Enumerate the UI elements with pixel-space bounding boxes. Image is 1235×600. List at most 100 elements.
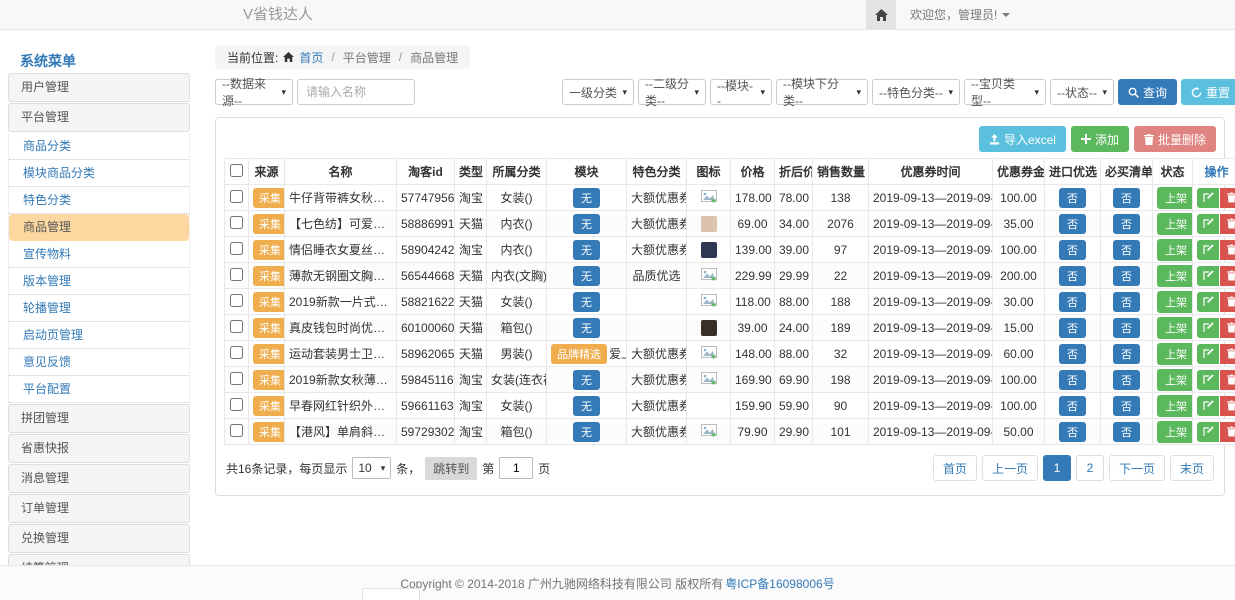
status-on-shelf-button[interactable]: 上架 — [1157, 291, 1193, 313]
jump-button[interactable]: 跳转到 — [425, 457, 477, 480]
delete-button[interactable] — [1220, 266, 1235, 286]
import-select-toggle[interactable]: 否 — [1059, 292, 1086, 312]
edit-button[interactable] — [1197, 240, 1219, 260]
must-buy-toggle[interactable]: 否 — [1113, 318, 1140, 338]
delete-button[interactable] — [1220, 188, 1235, 208]
delete-button[interactable] — [1220, 422, 1235, 442]
sidebar-item-4[interactable]: 模块商品分类 — [9, 160, 189, 187]
row-checkbox[interactable] — [230, 320, 243, 333]
sidebar-item-15[interactable]: 消息管理 — [8, 464, 190, 493]
filter-select-5[interactable]: --模块--▾ — [710, 79, 772, 105]
delete-button[interactable] — [1220, 318, 1235, 338]
search-button[interactable]: 查询 — [1118, 79, 1177, 105]
filter-select-9[interactable]: --状态--▾ — [1050, 79, 1114, 105]
row-checkbox[interactable] — [230, 294, 243, 307]
status-on-shelf-button[interactable]: 上架 — [1157, 265, 1193, 287]
breadcrumb-home-link[interactable]: 首页 — [299, 49, 323, 66]
delete-button[interactable] — [1220, 370, 1235, 390]
delete-button[interactable] — [1220, 214, 1235, 234]
sidebar-item-16[interactable]: 订单管理 — [8, 494, 190, 523]
edit-button[interactable] — [1197, 318, 1219, 338]
sidebar-item-11[interactable]: 意见反馈 — [9, 349, 189, 376]
must-buy-toggle[interactable]: 否 — [1113, 188, 1140, 208]
import-select-toggle[interactable]: 否 — [1059, 240, 1086, 260]
row-checkbox[interactable] — [230, 346, 243, 359]
page-button-6[interactable]: 末页 — [1170, 455, 1214, 481]
import-select-toggle[interactable]: 否 — [1059, 188, 1086, 208]
select-all-checkbox[interactable] — [230, 164, 243, 177]
import-select-toggle[interactable]: 否 — [1059, 344, 1086, 364]
edit-button[interactable] — [1197, 266, 1219, 286]
page-button-4[interactable]: 2 — [1076, 455, 1104, 481]
sidebar-item-9[interactable]: 轮播管理 — [9, 295, 189, 322]
page-button-3[interactable]: 1 — [1043, 455, 1071, 481]
icp-link[interactable]: 粤ICP备16098006号 — [725, 575, 834, 592]
user-menu[interactable]: 欢迎您，管理员! — [896, 0, 1024, 29]
sidebar-item-13[interactable]: 拼团管理 — [8, 404, 190, 433]
home-button[interactable] — [866, 0, 896, 29]
edit-button[interactable] — [1197, 214, 1219, 234]
import-select-toggle[interactable]: 否 — [1059, 318, 1086, 338]
row-checkbox[interactable] — [230, 424, 243, 437]
sidebar-item-17[interactable]: 兑换管理 — [8, 524, 190, 553]
sidebar-item-12[interactable]: 平台配置 — [9, 376, 189, 403]
row-checkbox[interactable] — [230, 398, 243, 411]
delete-button[interactable] — [1220, 396, 1235, 416]
sidebar-item-10[interactable]: 启动页管理 — [9, 322, 189, 349]
must-buy-toggle[interactable]: 否 — [1113, 214, 1140, 234]
jump-page-input[interactable] — [499, 457, 533, 479]
edit-button[interactable] — [1197, 188, 1219, 208]
filter-select-1[interactable]: --数据来源--▾ — [215, 79, 293, 105]
must-buy-toggle[interactable]: 否 — [1113, 292, 1140, 312]
status-on-shelf-button[interactable]: 上架 — [1157, 343, 1193, 365]
import-select-toggle[interactable]: 否 — [1059, 266, 1086, 286]
page-button-1[interactable]: 首页 — [933, 455, 977, 481]
page-button-2[interactable]: 上一页 — [982, 455, 1038, 481]
sidebar-item-1[interactable]: 用户管理 — [8, 73, 190, 102]
import-select-toggle[interactable]: 否 — [1059, 396, 1086, 416]
filter-select-8[interactable]: --宝贝类型--▾ — [964, 79, 1046, 105]
must-buy-toggle[interactable]: 否 — [1113, 422, 1140, 442]
page-button-5[interactable]: 下一页 — [1109, 455, 1165, 481]
sidebar-item-7[interactable]: 宣传物料 — [9, 241, 189, 268]
sidebar-item-8[interactable]: 版本管理 — [9, 268, 189, 295]
page-size-select[interactable]: 10 ▾ — [352, 457, 391, 479]
status-on-shelf-button[interactable]: 上架 — [1157, 213, 1193, 235]
import-select-toggle[interactable]: 否 — [1059, 422, 1086, 442]
filter-select-6[interactable]: --模块下分类--▾ — [776, 79, 868, 105]
edit-button[interactable] — [1197, 396, 1219, 416]
must-buy-toggle[interactable]: 否 — [1113, 266, 1140, 286]
must-buy-toggle[interactable]: 否 — [1113, 370, 1140, 390]
delete-button[interactable] — [1220, 344, 1235, 364]
row-checkbox[interactable] — [230, 216, 243, 229]
import-select-toggle[interactable]: 否 — [1059, 370, 1086, 390]
status-on-shelf-button[interactable]: 上架 — [1157, 187, 1193, 209]
must-buy-toggle[interactable]: 否 — [1113, 344, 1140, 364]
status-on-shelf-button[interactable]: 上架 — [1157, 239, 1193, 261]
row-checkbox[interactable] — [230, 190, 243, 203]
sidebar-item-2[interactable]: 平台管理 — [8, 103, 190, 132]
edit-button[interactable] — [1197, 422, 1219, 442]
filter-select-3[interactable]: 一级分类▾ — [562, 79, 634, 105]
sidebar-item-14[interactable]: 省惠快报 — [8, 434, 190, 463]
edit-button[interactable] — [1197, 292, 1219, 312]
delete-button[interactable] — [1220, 292, 1235, 312]
add-button[interactable]: 添加 — [1071, 126, 1129, 152]
status-on-shelf-button[interactable]: 上架 — [1157, 317, 1193, 339]
batch-delete-button[interactable]: 批量删除 — [1134, 126, 1216, 152]
import-excel-button[interactable]: 导入excel — [979, 126, 1066, 152]
row-checkbox[interactable] — [230, 372, 243, 385]
must-buy-toggle[interactable]: 否 — [1113, 396, 1140, 416]
sidebar-item-5[interactable]: 特色分类 — [9, 187, 189, 214]
edit-button[interactable] — [1197, 344, 1219, 364]
name-search-input[interactable] — [297, 79, 415, 105]
status-on-shelf-button[interactable]: 上架 — [1157, 421, 1193, 443]
sidebar-item-6[interactable]: 商品管理 — [9, 214, 189, 241]
reset-button[interactable]: 重置 — [1181, 79, 1235, 105]
row-checkbox[interactable] — [230, 242, 243, 255]
sidebar-item-3[interactable]: 商品分类 — [9, 133, 189, 160]
filter-select-7[interactable]: --特色分类--▾ — [872, 79, 960, 105]
status-on-shelf-button[interactable]: 上架 — [1157, 369, 1193, 391]
filter-select-4[interactable]: --二级分类--▾ — [638, 79, 706, 105]
status-on-shelf-button[interactable]: 上架 — [1157, 395, 1193, 417]
